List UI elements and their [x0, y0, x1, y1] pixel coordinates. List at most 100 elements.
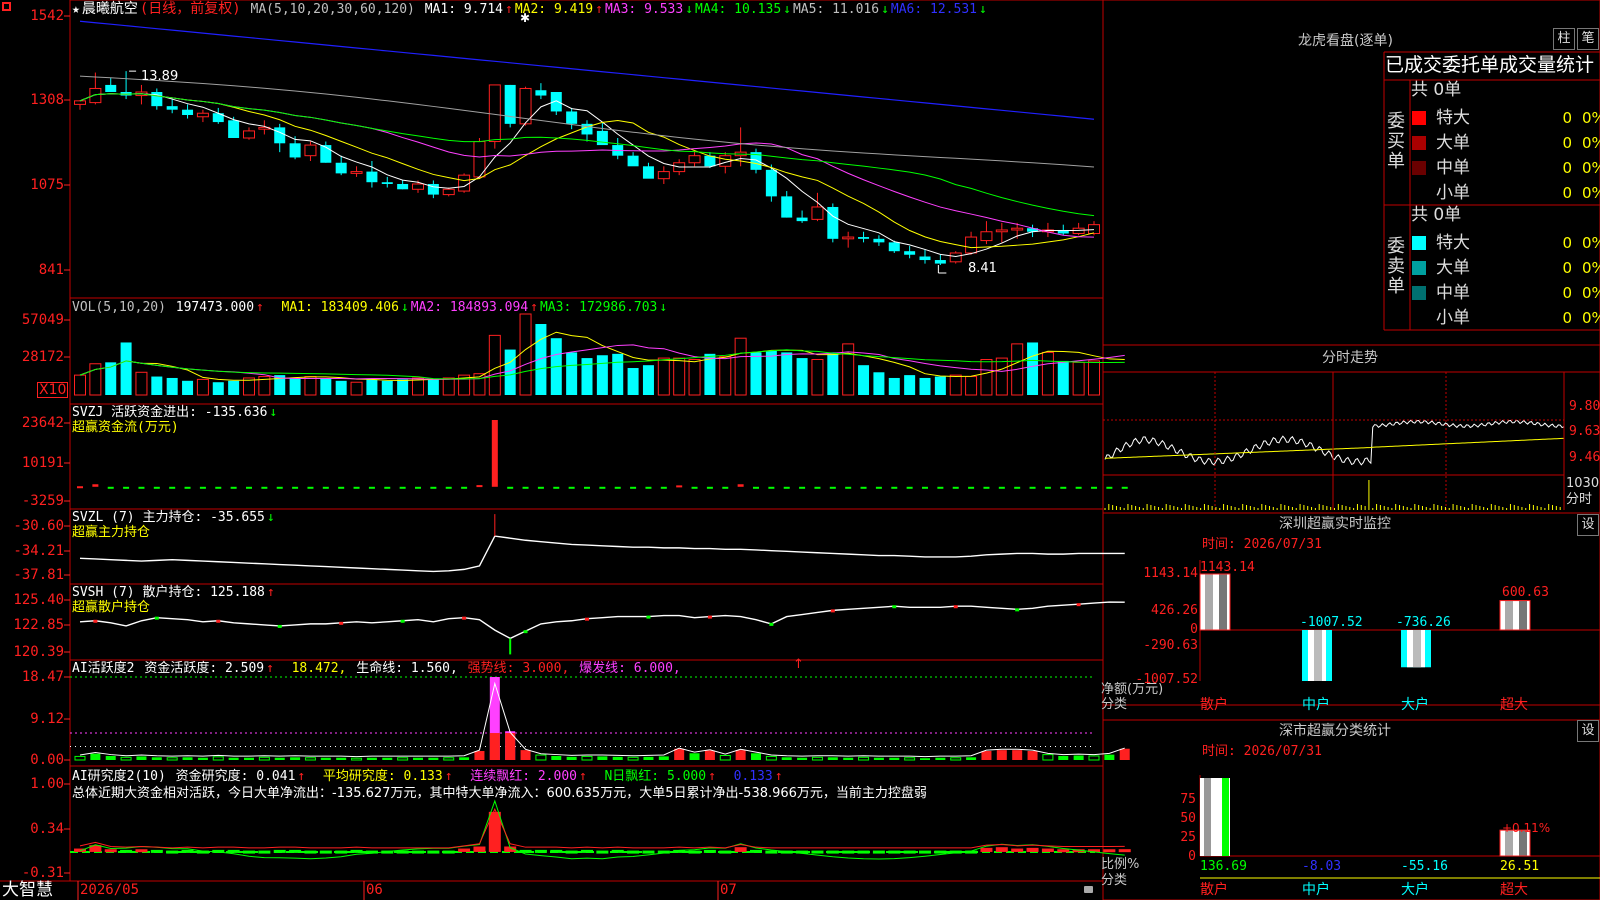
activity-bar: [382, 757, 393, 760]
candle-body: [442, 188, 455, 196]
order-name: 特大: [1436, 108, 1470, 128]
activity-bar: [166, 757, 178, 761]
lock-icon[interactable]: [1084, 886, 1093, 893]
stock-name[interactable]: 晨曦航空: [82, 1, 138, 17]
favorite-star-icon[interactable]: ★: [72, 2, 80, 17]
volume-bar: [904, 375, 916, 395]
stats-category-label: 超大: [1500, 882, 1528, 898]
candle-body: [904, 251, 916, 255]
vol-label: VOL(5,10,20): [72, 300, 166, 315]
activity-bar: [612, 756, 623, 760]
order-row: 小单 0 0%: [1410, 306, 1600, 330]
research-bar: [1026, 847, 1039, 852]
column-view-button[interactable]: 柱: [1553, 28, 1575, 50]
order-v1: 0: [1562, 159, 1572, 177]
intraday-axis-label: 9.63: [1569, 424, 1600, 439]
activity-bar: [597, 756, 608, 760]
activity-bar: [643, 756, 654, 760]
activity-bar: [320, 757, 331, 760]
fund-flow-bar: [399, 486, 406, 489]
fund-flow-bar: [230, 486, 237, 489]
vol-arrow: ↑: [256, 300, 264, 315]
fund-flow-bar: [753, 486, 759, 489]
candle-body: [166, 106, 178, 110]
fund-flow-bar: [276, 486, 283, 489]
panel-frame: [69, 0, 1104, 299]
activity-bar: [704, 750, 715, 760]
tick-view-button[interactable]: 笔: [1577, 28, 1599, 50]
ai-research-title: AI研究度2(10): [72, 769, 166, 784]
main-chart-canvas: ✱: [0, 0, 1600, 900]
stats-category-label: 中户: [1302, 882, 1330, 898]
volume-bar: [166, 377, 178, 395]
retail-position-mark: [830, 609, 835, 613]
research-bar: [857, 850, 870, 854]
activity-bar: [781, 757, 792, 760]
vol-unit-badge[interactable]: X10: [37, 382, 69, 398]
right-section-frame: [1102, 344, 1600, 514]
monitor-settings-button[interactable]: 设: [1577, 514, 1599, 536]
brand-label: 大智慧: [2, 880, 53, 900]
fund-flow-bar: [660, 486, 667, 489]
svzj-arrow: ↓: [269, 405, 278, 420]
lhb-tab-2[interactable]: 委托单: [1442, 54, 1499, 76]
buy-total: 共 0单: [1411, 80, 1462, 100]
volume-bar: [1072, 361, 1085, 396]
volume-bar: [350, 381, 363, 396]
retail-position-mark: [277, 624, 282, 628]
fund-flow-bar: [998, 486, 1005, 489]
lhb-tab-3[interactable]: 成交量: [1499, 54, 1556, 76]
monitor-value-label: -1007.52: [1300, 615, 1363, 630]
lhb-tab-1[interactable]: 已成交: [1385, 54, 1442, 76]
research-bar: [811, 850, 824, 854]
volume-bar: [135, 371, 148, 396]
candle-body: [274, 127, 286, 144]
activity-bar: [581, 755, 593, 761]
ai-active-arrow: ↑: [266, 661, 274, 676]
research-bar: [1103, 849, 1116, 853]
activity-bar: [197, 757, 208, 760]
fund-flow-bar: [215, 486, 222, 489]
ma-value-3: MA3: 9.533: [604, 2, 684, 17]
activity-bar: [212, 756, 224, 761]
order-name: 特大: [1436, 233, 1470, 253]
svzl-arrow: ↓: [266, 510, 275, 525]
order-swatch: [1412, 261, 1426, 275]
research-bar: [135, 849, 148, 853]
volume-bar: [519, 313, 532, 396]
activity-bar: [228, 757, 239, 760]
ma-arrow-3: ↓: [685, 2, 694, 17]
candle-body: [919, 256, 931, 261]
fund-flow-bar: [476, 485, 483, 488]
candle-body: [289, 143, 301, 158]
research-bar: [642, 850, 655, 854]
retail-position-mark: [1076, 603, 1081, 607]
volume-bar: [366, 379, 378, 395]
candle-body: [397, 183, 409, 190]
candle-body: [934, 260, 946, 264]
period-label[interactable]: (日线，前复权): [140, 1, 241, 17]
fund-flow-bar: [983, 486, 990, 489]
activity-bar: [873, 757, 884, 760]
stats-title: 深市超赢分类统计: [1279, 723, 1391, 739]
intraday-price-line: [1104, 419, 1565, 466]
intraday-title[interactable]: 分时走势: [1322, 350, 1378, 366]
volume-bar: [1027, 342, 1039, 395]
candle-body: [811, 206, 824, 220]
activity-bar: [996, 750, 1007, 760]
fund-flow-bar: [491, 420, 498, 487]
fund-flow-bar: [1075, 486, 1082, 489]
retail-position-mark: [769, 622, 774, 626]
retail-position-mark: [216, 619, 221, 623]
fund-flow-bar: [553, 486, 560, 489]
vol-ma-arrow-3: ↓: [659, 300, 668, 315]
lhb-tab-4[interactable]: 统计: [1556, 54, 1594, 76]
order-v2: 0%: [1582, 134, 1600, 152]
activity-bar: [551, 755, 562, 760]
order-row: 中单 0 0%: [1410, 156, 1600, 180]
lhb-title: 龙虎看盘(逐单): [1298, 33, 1393, 49]
stats-settings-button[interactable]: 设: [1577, 720, 1599, 742]
activity-bar: [290, 757, 301, 760]
order-v1: 0: [1562, 284, 1572, 302]
vol-ma-value-2: MA2: 184893.094: [410, 300, 529, 315]
